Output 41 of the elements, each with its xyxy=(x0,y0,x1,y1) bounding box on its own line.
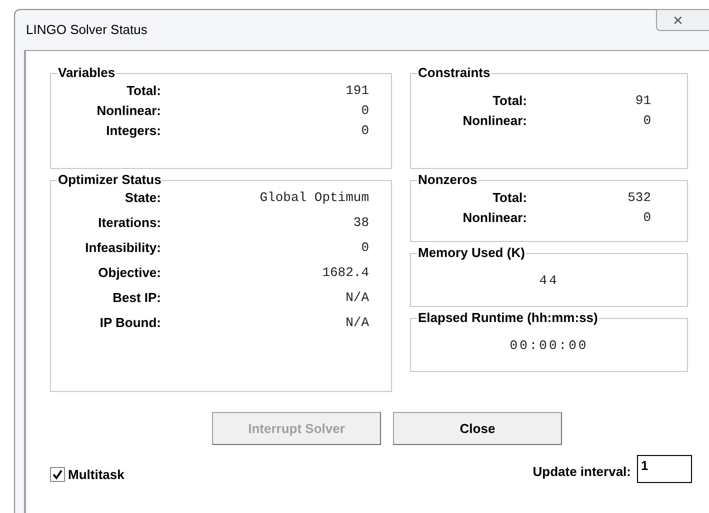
field-value: 0 xyxy=(360,103,369,119)
field-label: Iterations: xyxy=(97,215,161,231)
multitask-checkbox[interactable]: Multitask xyxy=(50,465,124,484)
field-label: Total: xyxy=(492,190,527,206)
field-value: 1682.4 xyxy=(321,265,369,281)
input-field[interactable]: 1 xyxy=(637,454,692,483)
field-label: Total: xyxy=(126,83,161,99)
field-label: Nonlinear: xyxy=(462,113,527,129)
field-label: IP Bound: xyxy=(98,315,161,331)
field-label: Nonlinear: xyxy=(96,103,161,119)
field-value: 91 xyxy=(634,93,651,109)
group-title: Constraints xyxy=(417,65,492,81)
field-value: 0 xyxy=(642,210,651,226)
field-value: N/A xyxy=(344,290,369,306)
field-label: Total: xyxy=(492,93,527,109)
group-title: Optimizer Status xyxy=(57,172,162,188)
field-value: Global Optimum xyxy=(258,190,369,206)
checkbox-icon[interactable] xyxy=(50,467,65,482)
close-dialog-button[interactable]: Close xyxy=(393,412,562,445)
field-label: Objective: xyxy=(97,265,161,281)
field-value: N/A xyxy=(344,315,369,331)
window-title: LINGO Solver Status xyxy=(26,21,148,40)
field-value: 0 xyxy=(360,123,369,139)
field-value: 532 xyxy=(626,190,651,206)
group-title: Nonzeros xyxy=(417,172,478,188)
field-value: 0 xyxy=(642,113,651,129)
field-value: 0 xyxy=(360,240,369,256)
field-value: 44 xyxy=(539,273,559,289)
group-title: Elapsed Runtime (hh:mm:ss) xyxy=(417,310,599,326)
field-label: Update interval: xyxy=(532,463,631,481)
close-button[interactable]: ✕ xyxy=(656,9,709,31)
field-label: Nonlinear: xyxy=(462,210,527,226)
field-label: Integers: xyxy=(105,123,161,139)
field-value: 38 xyxy=(352,215,369,231)
field-label: State: xyxy=(124,190,161,206)
field-label: Best IP: xyxy=(112,290,161,306)
field-label: Infeasibility: xyxy=(84,240,161,256)
group-title: Variables xyxy=(57,65,116,81)
group-title: Memory Used (K) xyxy=(417,245,526,261)
field-value: 191 xyxy=(344,83,369,99)
field-value: 00:00:00 xyxy=(510,338,588,354)
